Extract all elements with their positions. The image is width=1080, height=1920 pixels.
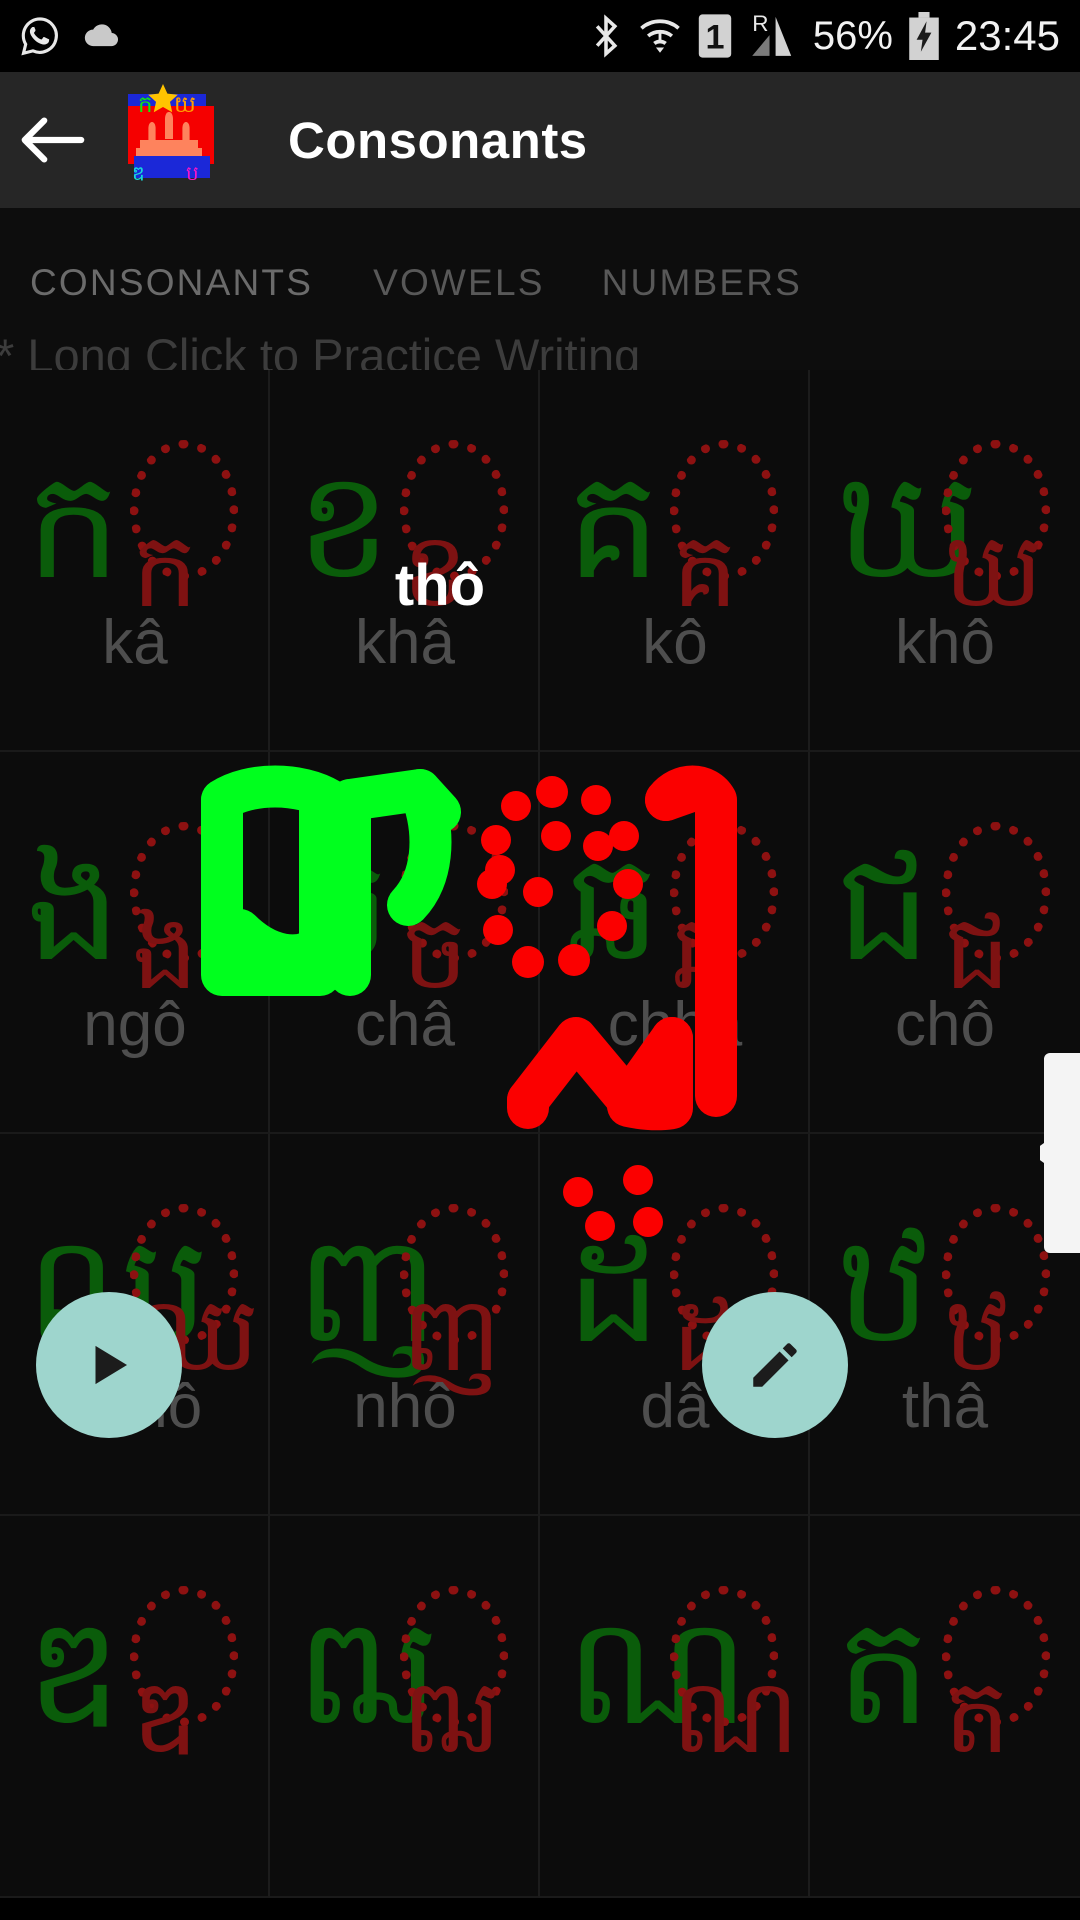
trace-glyph: ឋ — [944, 1273, 1011, 1395]
scroll-thumb-arrow-icon — [1030, 1053, 1080, 1253]
pencil-icon — [753, 1343, 797, 1387]
trace-glyph: ឍ — [402, 1655, 502, 1777]
khmer-glyph: ត — [836, 1585, 932, 1759]
app-bar: ក យ ឌ ប Consonants — [0, 72, 1080, 208]
khmer-glyph: ជ — [836, 821, 932, 995]
status-bar-left-icons — [0, 14, 122, 58]
trace-guide: ញ — [396, 1190, 516, 1390]
tab-numbers[interactable]: NUMBERS — [602, 262, 802, 304]
consonant-label: chhâ — [607, 990, 743, 1059]
khmer-glyph: ង — [26, 821, 122, 995]
trace-glyph: ឌ — [132, 1655, 199, 1777]
fast-scroll-thumb[interactable] — [1030, 1053, 1080, 1258]
khmer-glyph: ឋ — [836, 1203, 932, 1377]
trace-glyph: ត — [944, 1655, 1011, 1777]
trace-glyph: ញ — [402, 1273, 502, 1395]
sim-icon: 1 — [697, 12, 733, 60]
grid-row: ង ង ngô ច ច châ ឆ ឆ chhâ ជ ជ chô — [0, 752, 1080, 1134]
consonant-label: nhô — [353, 1372, 457, 1441]
play-fab-button[interactable] — [36, 1292, 182, 1438]
tab-vowels[interactable]: VOWELS — [373, 262, 545, 304]
trace-glyph: ណ — [672, 1655, 799, 1777]
consonant-cell[interactable]: ឆ ឆ chhâ — [540, 752, 810, 1134]
consonant-label: khâ — [355, 608, 455, 677]
status-bar-right-icons: 1 R 56% 23:45 — [589, 11, 1080, 61]
cloud-icon — [76, 14, 122, 58]
svg-text:ប: ប — [186, 161, 199, 185]
consonant-label: châ — [355, 990, 455, 1059]
trace-guide: ត — [938, 1572, 1058, 1772]
trace-guide: ច — [396, 808, 516, 1008]
consonant-cell[interactable]: ឌ ឌ — [0, 1516, 270, 1898]
consonant-label: kô — [642, 608, 708, 677]
toast-message: thô — [394, 553, 486, 618]
svg-text:យ: យ — [174, 92, 196, 118]
bluetooth-icon — [589, 13, 623, 59]
page-title: Consonants — [288, 111, 588, 169]
trace-guide: ឃ — [938, 426, 1058, 626]
consonant-cell[interactable]: ណ ណ — [540, 1516, 810, 1898]
status-bar: 1 R 56% 23:45 — [0, 0, 1080, 72]
grid-row: ឌ ឌ ឍ ឍ ណ ណ ត ត — [0, 1516, 1080, 1898]
khmer-glyph: ច — [296, 821, 392, 995]
trace-glyph: ច — [402, 891, 469, 1013]
trace-guide: ង — [126, 808, 246, 1008]
trace-glyph: ឆ — [672, 891, 739, 1013]
trace-guide: ឍ — [396, 1572, 516, 1772]
battery-icon — [907, 12, 941, 60]
svg-text:ក: ក — [138, 92, 153, 118]
khmer-glyph: ដ — [566, 1203, 662, 1377]
consonant-label: chô — [895, 990, 995, 1059]
clock-label: 23:45 — [954, 12, 1060, 59]
trace-guide: ជ — [938, 808, 1058, 1008]
svg-text:1: 1 — [705, 19, 724, 57]
svg-text:ឌ: ឌ — [132, 161, 145, 185]
consonant-cell[interactable]: ឍ ឍ — [270, 1516, 540, 1898]
khmer-glyph: ឌ — [26, 1585, 122, 1759]
cambodia-flag-logo: ក យ ឌ ប — [112, 76, 228, 204]
trace-glyph: ឃ — [944, 509, 1044, 631]
consonant-label: khô — [895, 608, 995, 677]
consonant-cell[interactable]: ត ត — [810, 1516, 1080, 1898]
consonant-label: thâ — [901, 1372, 989, 1441]
trace-guide: ឌ — [126, 1572, 246, 1772]
trace-glyph: ង — [132, 891, 199, 1013]
back-button[interactable] — [0, 72, 104, 208]
tab-consonants[interactable]: CONSONANTS — [30, 262, 313, 304]
trace-guide: ឆ — [666, 808, 786, 1008]
battery-percent-label: 56% — [812, 13, 893, 58]
consonant-cell[interactable]: ច ច châ — [270, 752, 540, 1134]
back-arrow-icon — [21, 117, 85, 163]
consonant-cell[interactable]: ង ង ngô — [0, 752, 270, 1134]
trace-guide: ណ — [666, 1572, 799, 1772]
consonant-cell[interactable]: ញ ញ nhô — [270, 1134, 540, 1516]
consonant-label: ngô — [83, 990, 187, 1059]
consonant-label: kâ — [102, 608, 168, 677]
roaming-signal-icon: R — [747, 11, 799, 61]
khmer-glyph: ឆ — [566, 821, 662, 995]
play-icon — [95, 1345, 127, 1385]
svg-text:R: R — [752, 11, 768, 36]
trace-glyph: ជ — [944, 891, 1011, 1013]
whatsapp-icon — [18, 14, 62, 58]
edit-fab-button[interactable] — [702, 1292, 848, 1438]
wifi-icon — [637, 13, 683, 59]
